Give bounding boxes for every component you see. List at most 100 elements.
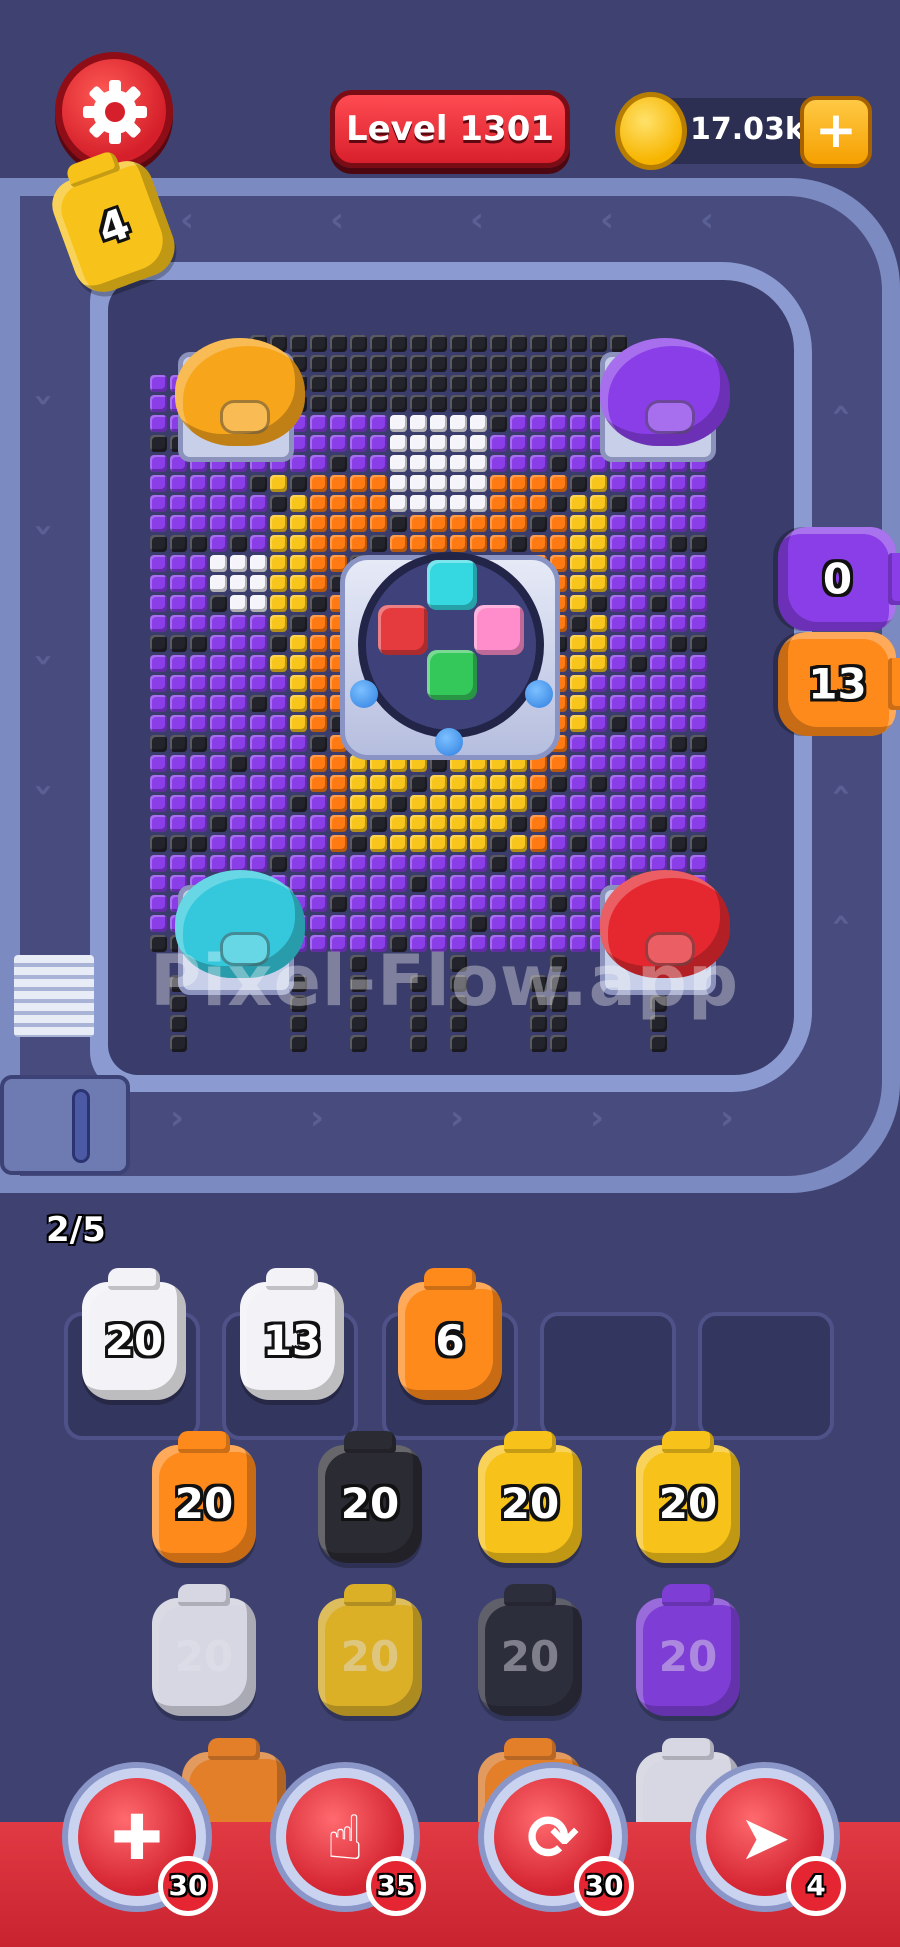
add-coins-button[interactable]: + (800, 96, 872, 168)
coin-count: 17.03k (690, 112, 805, 147)
pixel-block (230, 715, 247, 732)
pixel-block (590, 555, 607, 572)
pixel-block (470, 355, 487, 372)
pixel-block (570, 575, 587, 592)
pixel-block (450, 535, 467, 552)
pixel-block (170, 795, 187, 812)
pixel-block (690, 835, 707, 852)
pixel-block (490, 495, 507, 512)
pixel-block (550, 895, 567, 912)
pixel-block (570, 815, 587, 832)
pixel-block (210, 755, 227, 772)
pixel-block (670, 675, 687, 692)
pixel-block (150, 375, 167, 392)
pixel-block (650, 575, 667, 592)
pixel-block (530, 495, 547, 512)
pixel-block (670, 635, 687, 652)
pixel-block (390, 895, 407, 912)
pixel-block (630, 695, 647, 712)
shuffle-booster-button[interactable]: ⟳ 30 (478, 1762, 634, 1916)
pixel-block (590, 575, 607, 592)
pixel-block (150, 815, 167, 832)
pixel-block (570, 695, 587, 712)
pixel-block (570, 595, 587, 612)
pixel-block (210, 515, 227, 532)
pixel-block (330, 455, 347, 472)
pixel-block (150, 475, 167, 492)
queue-slot[interactable] (698, 1312, 834, 1440)
pixel-block (450, 355, 467, 372)
pixel-block (190, 735, 207, 752)
pixel-block (410, 875, 427, 892)
spawner-block-green (427, 650, 477, 700)
add-slot-booster-button[interactable]: ✚ 30 (62, 1762, 218, 1916)
pixel-block (510, 875, 527, 892)
pixel-block (390, 495, 407, 512)
pixel-block (230, 655, 247, 672)
pixel-block (510, 355, 527, 372)
queued-pig[interactable]: 13 (240, 1268, 344, 1400)
pixel-block (170, 715, 187, 732)
pixel-block (350, 355, 367, 372)
pig-row1-col3[interactable]: 20 (478, 1431, 582, 1563)
pixel-block (450, 795, 467, 812)
pixel-block (470, 375, 487, 392)
pixel-block (650, 535, 667, 552)
pumpkin-pig-orange (175, 338, 305, 446)
queue-slot[interactable] (540, 1312, 676, 1440)
pixel-block (210, 715, 227, 732)
lane-arrow-icon: ‹ (700, 200, 715, 240)
pixel-block (330, 415, 347, 432)
pixel-block (510, 495, 527, 512)
pig-row1-col2[interactable]: 20 (318, 1431, 422, 1563)
track-pig: 13 (778, 632, 896, 736)
pixel-block (570, 335, 587, 352)
pixel-block (530, 895, 547, 912)
pixel-block (170, 735, 187, 752)
pixel-block (630, 815, 647, 832)
pixel-block (530, 475, 547, 492)
queued-pig[interactable]: 6 (398, 1268, 502, 1400)
pixel-block (550, 835, 567, 852)
settings-button[interactable] (55, 52, 173, 170)
pixel-block (270, 655, 287, 672)
pixel-block (490, 815, 507, 832)
pig-launch-booster-button[interactable]: ➤ 4 (690, 1762, 846, 1916)
pixel-block (570, 515, 587, 532)
pixel-block (590, 815, 607, 832)
pixel-block (510, 855, 527, 872)
pixel-block (370, 355, 387, 372)
pixel-block (150, 735, 167, 752)
pixel-block (310, 675, 327, 692)
pixel-block (330, 355, 347, 372)
pixel-block (690, 715, 707, 732)
pixel-block (270, 675, 287, 692)
pixel-block (210, 595, 227, 612)
pixel-block (590, 835, 607, 852)
pixel-block (590, 795, 607, 812)
pixel-block (490, 915, 507, 932)
pixel-block (290, 575, 307, 592)
pig-row1-col1[interactable]: 20 (152, 1431, 256, 1563)
hand-booster-button[interactable]: ☝ 35 (270, 1762, 426, 1916)
pixel-block (250, 575, 267, 592)
pixel-block (470, 855, 487, 872)
pixel-block (330, 375, 347, 392)
pixel-block (570, 435, 587, 452)
pixel-block (670, 735, 687, 752)
pixel-block (410, 355, 427, 372)
pig-row1-col4[interactable]: 20 (636, 1431, 740, 1563)
pixel-block (650, 715, 667, 732)
pixel-block (570, 615, 587, 632)
queued-pig[interactable]: 20 (82, 1268, 186, 1400)
pixel-block (310, 835, 327, 852)
pixel-block (650, 695, 667, 712)
pixel-block (670, 475, 687, 492)
pixel-block (530, 835, 547, 852)
pixel-block (190, 675, 207, 692)
pixel-block (490, 835, 507, 852)
pixel-block (550, 855, 567, 872)
pixel-block (170, 575, 187, 592)
pixel-block (390, 835, 407, 852)
pixel-block (330, 515, 347, 532)
